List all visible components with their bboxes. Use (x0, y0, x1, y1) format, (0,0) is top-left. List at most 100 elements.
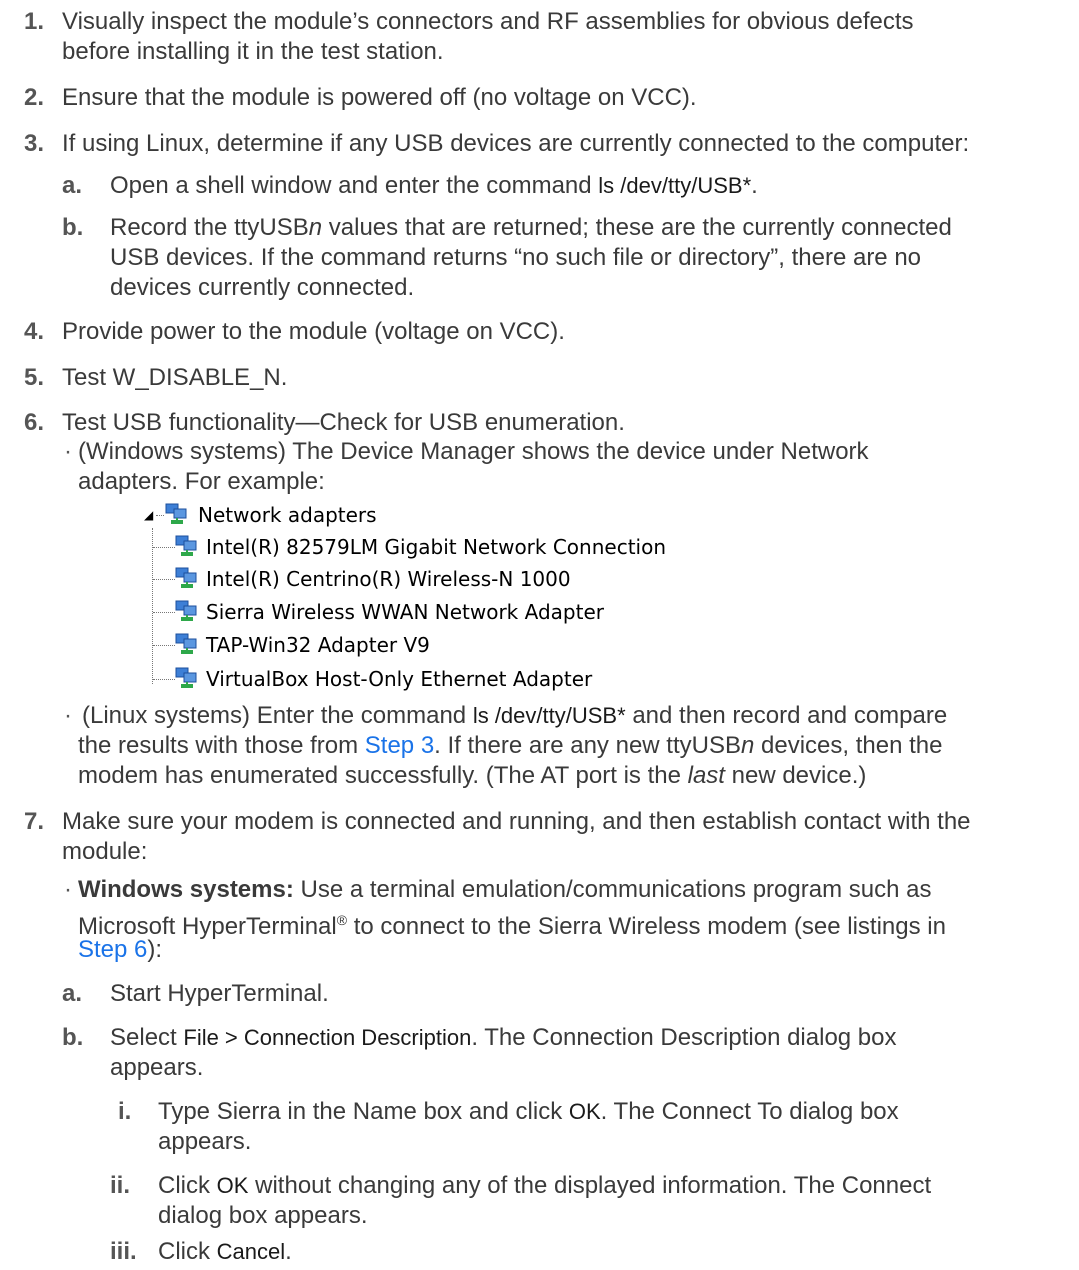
text: Click (158, 1172, 217, 1199)
tree-connector (156, 515, 164, 516)
text: to connect to the Sierra Wireless modem … (347, 913, 946, 940)
substep-text: Open a shell window and enter the comman… (110, 170, 758, 202)
step-number: 5. (24, 364, 45, 391)
text: values that are returned; these are the … (322, 214, 952, 241)
step-text: before installing it in the test station… (62, 38, 444, 65)
step-text: Test USB functionality—Check for USB enu… (62, 409, 625, 436)
text: . (751, 172, 758, 199)
tree-connector (152, 528, 153, 684)
tree-connector (153, 612, 175, 613)
tree-root-label: Network adapters (198, 503, 377, 527)
substep-text: dialog box appears. (158, 1202, 368, 1229)
substep-text: Click OK without changing any of the dis… (158, 1170, 931, 1202)
network-adapter-icon (175, 633, 197, 654)
substep-label: ii. (110, 1172, 131, 1199)
step-number: 7. (24, 808, 45, 835)
tree-item-label: VirtualBox Host-Only Ethernet Adapter (206, 667, 593, 691)
text: . The Connect To dialog box (600, 1098, 899, 1125)
substep-label: i. (118, 1098, 132, 1125)
substep-text: USB devices. If the command returns “no … (110, 244, 922, 271)
substep-text: appears. (158, 1128, 252, 1155)
substep-text: Record the ttyUSBn values that are retur… (110, 212, 952, 244)
bullet-text: modem has enumerated successfully. (The … (78, 760, 866, 792)
ui-button-name: OK (216, 1173, 249, 1198)
text: devices, then the (754, 732, 943, 759)
step-3-link[interactable]: Step 3 (365, 732, 434, 759)
ui-button-name: Cancel (216, 1239, 286, 1264)
text: Open a shell window and enter the comman… (110, 172, 599, 199)
substep-text: Click Cancel. (158, 1236, 292, 1268)
italic-last: last (687, 762, 725, 789)
step-number: 3. (24, 130, 45, 157)
step-number: 1. (24, 8, 45, 35)
substep-text: Select File > Connection Description. Th… (110, 1022, 897, 1054)
tree-item-label: TAP-Win32 Adapter V9 (206, 633, 430, 657)
step-text: Test W_DISABLE_N. (62, 364, 288, 391)
substep-label: iii. (110, 1238, 137, 1265)
text: modem has enumerated successfully. (The … (78, 762, 688, 789)
bullet-text: the results with those from Step 3. If t… (78, 730, 942, 762)
text: Type Sierra in the Name box and click (158, 1098, 569, 1125)
registered-mark: ® (336, 912, 348, 928)
bullet-text: (Linux systems) Enter the command ls /de… (82, 700, 947, 732)
substep-label: b. (62, 1024, 84, 1051)
text: without changing any of the displayed in… (248, 1172, 932, 1199)
tree-item-label: Intel(R) Centrino(R) Wireless-N 1000 (206, 567, 571, 591)
text: Use a terminal emulation/communications … (293, 876, 932, 903)
bullet: · (64, 876, 72, 903)
text: Record the ttyUSB (110, 214, 309, 241)
step-number: 6. (24, 409, 45, 436)
expand-triangle-icon[interactable]: ◢ (144, 500, 153, 530)
bullet-text: adapters. For example: (78, 468, 325, 495)
substep-label: a. (62, 980, 83, 1007)
substep-label: a. (62, 172, 83, 199)
text: . If there are any new ttyUSB (434, 732, 741, 759)
bullet-text: Microsoft HyperTerminal® to connect to t… (78, 904, 946, 943)
step-6-link[interactable]: Step 6 (78, 936, 147, 963)
text: new device.) (724, 762, 867, 789)
command-text: ls /dev/tty/USB* (598, 173, 752, 198)
italic-n: n (740, 732, 755, 759)
step-number: 4. (24, 318, 45, 345)
menu-path: File > Connection Description (183, 1025, 472, 1050)
tree-item-label: Intel(R) 82579LM Gigabit Network Connect… (206, 535, 666, 559)
command-text: ls /dev/tty/USB* (472, 703, 626, 728)
substep-text: appears. (110, 1054, 204, 1081)
substep-text: devices currently connected. (110, 274, 415, 301)
bullet-text: Step 6): (78, 934, 162, 966)
text: (Linux systems) Enter the command (82, 702, 473, 729)
step-number: 2. (24, 84, 45, 111)
text: and then record and compare (625, 702, 948, 729)
text: . (285, 1238, 292, 1265)
text: the results with those from (78, 732, 365, 759)
text: . The Connection Description dialog box (471, 1024, 897, 1051)
text: Click (158, 1238, 217, 1265)
substep-text: Start HyperTerminal. (110, 980, 329, 1007)
substep-label: b. (62, 214, 84, 241)
device-manager-tree: ◢ Network adapters Intel(R) 82579LM Giga… (144, 500, 666, 696)
network-adapter-icon (175, 567, 197, 588)
network-adapter-icon (165, 503, 187, 524)
ui-button-name: OK (568, 1099, 601, 1124)
tree-connector (153, 547, 175, 548)
step-text: Ensure that the module is powered off (n… (62, 84, 697, 111)
step-text: If using Linux, determine if any USB dev… (62, 130, 970, 157)
network-adapter-icon (175, 667, 197, 688)
step-text: Provide power to the module (voltage on … (62, 318, 565, 345)
network-adapter-icon (175, 535, 197, 556)
tree-connector (153, 645, 175, 646)
bullet: · (64, 702, 72, 729)
tree-connector (153, 579, 175, 580)
substep-text: Type Sierra in the Name box and click OK… (158, 1096, 899, 1128)
text: Select (110, 1024, 184, 1051)
bullet-text: (Windows systems) The Device Manager sho… (78, 438, 869, 465)
tree-item-label: Sierra Wireless WWAN Network Adapter (206, 600, 604, 624)
step-text: Make sure your modem is connected and ru… (62, 808, 971, 835)
step-text: Visually inspect the module’s connectors… (62, 8, 914, 35)
network-adapter-icon (175, 600, 197, 621)
bullet: · (64, 438, 72, 465)
bullet-text: Windows systems: Use a terminal emulatio… (78, 874, 931, 906)
tree-connector (153, 679, 175, 680)
italic-n: n (308, 214, 323, 241)
text: ): (147, 936, 163, 963)
